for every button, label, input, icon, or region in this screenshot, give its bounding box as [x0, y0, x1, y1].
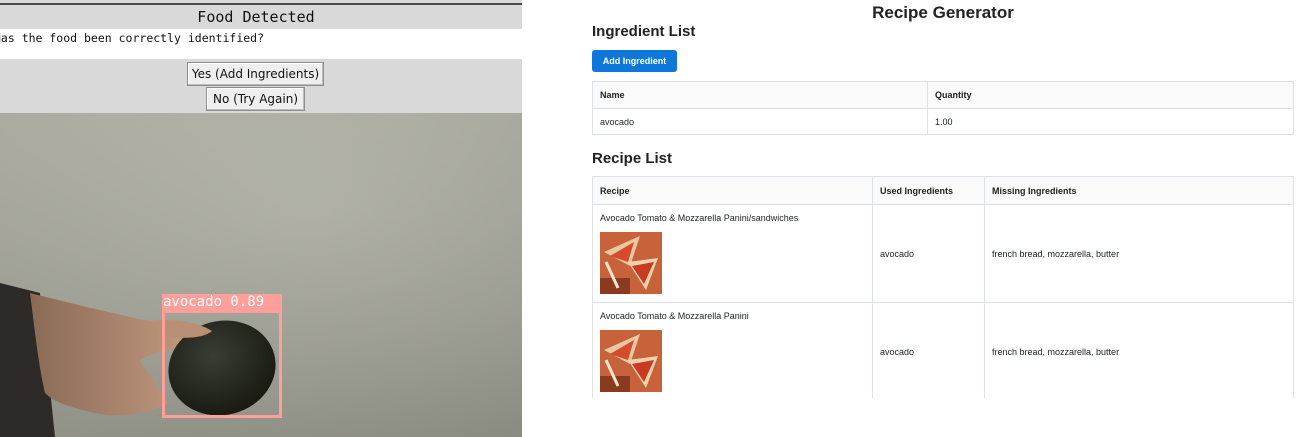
- recipe-cell: Avocado Tomato & Mozzarella Panini/sandw…: [592, 204, 873, 303]
- table-row: Avocado Tomato & Mozzarella Panini avoca…: [592, 302, 1294, 398]
- column-header-missing-ingredients: Missing Ingredients: [984, 176, 1294, 205]
- window-top-border: [0, 3, 522, 5]
- window-title: Food Detected: [197, 8, 315, 26]
- column-header-name: Name: [592, 81, 928, 109]
- recipe-cell: Avocado Tomato & Mozzarella Panini: [592, 302, 873, 398]
- ingredient-table: Name Quantity avocado 1.00: [592, 81, 1294, 135]
- add-ingredient-button[interactable]: Add Ingredient: [592, 50, 677, 72]
- question-bar: Has the food been correctly identified?: [0, 29, 522, 59]
- ingredient-quantity-cell: 1.00: [927, 108, 1294, 135]
- ingredient-list-heading: Ingredient List: [592, 23, 696, 40]
- table-header-row: Name Quantity: [592, 81, 1294, 109]
- recipe-name: Avocado Tomato & Mozzarella Panini/sandw…: [600, 213, 799, 223]
- recipe-list-heading: Recipe List: [592, 150, 673, 167]
- food-detected-window: Food Detected Has the food been correctl…: [0, 0, 522, 437]
- column-header-quantity: Quantity: [927, 81, 1294, 109]
- missing-ingredients-cell: french bread, mozzarella, butter: [984, 302, 1294, 398]
- question-text: Has the food been correctly identified?: [0, 31, 265, 45]
- detection-label: avocado 0.89: [162, 294, 282, 310]
- missing-ingredients-cell: french bread, mozzarella, butter: [984, 204, 1294, 303]
- page-title: Recipe Generator: [872, 3, 1014, 22]
- recipe-table: Recipe Used Ingredients Missing Ingredie…: [592, 176, 1294, 398]
- recipe-generator-panel: Recipe Generator Ingredient List Add Ing…: [592, 0, 1294, 398]
- table-row: avocado 1.00: [592, 108, 1294, 135]
- yes-add-ingredients-button[interactable]: Yes (Add Ingredients): [187, 62, 324, 86]
- column-header-used-ingredients: Used Ingredients: [872, 176, 985, 205]
- no-try-again-button[interactable]: No (Try Again): [206, 87, 305, 111]
- used-ingredients-cell: avocado: [872, 302, 985, 398]
- detection-bounding-box: [162, 310, 282, 418]
- recipe-name: Avocado Tomato & Mozzarella Panini: [600, 311, 749, 321]
- recipe-image[interactable]: [600, 330, 662, 392]
- table-header-row: Recipe Used Ingredients Missing Ingredie…: [592, 176, 1294, 205]
- recipe-image[interactable]: [600, 232, 662, 294]
- column-header-recipe: Recipe: [592, 176, 873, 205]
- camera-feed: avocado 0.89: [0, 113, 522, 437]
- used-ingredients-cell: avocado: [872, 204, 985, 303]
- table-row: Avocado Tomato & Mozzarella Panini/sandw…: [592, 204, 1294, 303]
- ingredient-name-cell: avocado: [592, 108, 928, 135]
